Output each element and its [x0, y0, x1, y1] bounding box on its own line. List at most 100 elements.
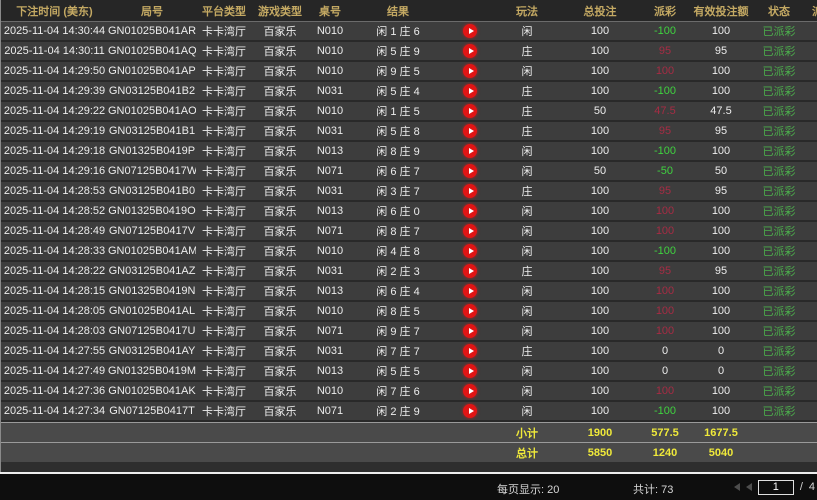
- cell-total-bet: 100: [558, 302, 642, 322]
- cell-play-type: 闲: [496, 322, 558, 342]
- cell-result: 闲 2 庄 3: [352, 262, 444, 282]
- cell-game-type: 百家乐: [252, 142, 308, 162]
- cell-payout: -100: [642, 82, 688, 102]
- cell-payout: 95: [642, 182, 688, 202]
- cell-payout-time: [804, 242, 817, 262]
- cell-platform: 卡卡湾厅: [196, 22, 252, 42]
- cell-platform: 卡卡湾厅: [196, 262, 252, 282]
- play-video-icon[interactable]: [463, 404, 477, 418]
- cell-platform: 卡卡湾厅: [196, 182, 252, 202]
- play-video-icon[interactable]: [463, 284, 477, 298]
- play-video-icon[interactable]: [463, 324, 477, 338]
- cell-bet-time: 2025-11-04 14:29:50: [1, 62, 108, 82]
- cell-game-type: 百家乐: [252, 122, 308, 142]
- cell-play-type: 闲: [496, 202, 558, 222]
- play-video-icon[interactable]: [463, 24, 477, 38]
- cell-payout: 95: [642, 42, 688, 62]
- play-video-icon[interactable]: [463, 144, 477, 158]
- play-triangle-icon: [469, 248, 474, 254]
- cell-table-no: N071: [308, 402, 352, 422]
- cell-valid-bet: 95: [688, 42, 754, 62]
- cell-platform: 卡卡湾厅: [196, 242, 252, 262]
- col-header-play-type: 玩法: [496, 0, 558, 22]
- col-header-payout-time: 派彩时间: [804, 0, 817, 22]
- cell-valid-bet: 100: [688, 22, 754, 42]
- cell-round-id: GN07125B0417V: [108, 222, 196, 242]
- cell-status: 已派彩: [754, 362, 804, 382]
- cell-video: [444, 402, 496, 422]
- page-input[interactable]: [758, 480, 794, 495]
- cell-table-no: N010: [308, 22, 352, 42]
- cell-status: 已派彩: [754, 102, 804, 122]
- col-header-result: 结果: [352, 0, 444, 22]
- play-video-icon[interactable]: [463, 104, 477, 118]
- table-row: 2025-11-04 14:29:16GN07125B0417W卡卡湾厅百家乐N…: [1, 162, 817, 182]
- cell-bet-time: 2025-11-04 14:29:39: [1, 82, 108, 102]
- cell-platform: 卡卡湾厅: [196, 322, 252, 342]
- cell-play-type: 闲: [496, 242, 558, 262]
- cell-valid-bet: 100: [688, 222, 754, 242]
- play-video-icon[interactable]: [463, 304, 477, 318]
- play-triangle-icon: [469, 48, 474, 54]
- cell-payout: 100: [642, 202, 688, 222]
- cell-game-type: 百家乐: [252, 242, 308, 262]
- cell-video: [444, 82, 496, 102]
- cell-video: [444, 242, 496, 262]
- cell-bet-time: 2025-11-04 14:29:19: [1, 122, 108, 142]
- cell-platform: 卡卡湾厅: [196, 382, 252, 402]
- col-header-round-id: 局号: [108, 0, 196, 22]
- cell-round-id: GN01325B0419P: [108, 142, 196, 162]
- cell-result: 闲 1 庄 5: [352, 102, 444, 122]
- cell-video: [444, 182, 496, 202]
- play-video-icon[interactable]: [463, 124, 477, 138]
- play-video-icon[interactable]: [463, 264, 477, 278]
- cell-total-bet: 100: [558, 242, 642, 262]
- cell-bet-time: 2025-11-04 14:28:52: [1, 202, 108, 222]
- cell-status: 已派彩: [754, 222, 804, 242]
- cell-round-id: GN01025B041AQ: [108, 42, 196, 62]
- cell-round-id: GN01325B0419O: [108, 202, 196, 222]
- cell-table-no: N013: [308, 142, 352, 162]
- cell-bet-time: 2025-11-04 14:27:36: [1, 382, 108, 402]
- play-video-icon[interactable]: [463, 164, 477, 178]
- cell-video: [444, 142, 496, 162]
- col-header-payout: 派彩: [642, 0, 688, 22]
- cell-valid-bet: 100: [688, 202, 754, 222]
- cell-result: 闲 5 庄 5: [352, 362, 444, 382]
- play-video-icon[interactable]: [463, 364, 477, 378]
- play-video-icon[interactable]: [463, 384, 477, 398]
- cell-play-type: 闲: [496, 382, 558, 402]
- cell-round-id: GN01025B041AM: [108, 242, 196, 262]
- cell-round-id: GN07125B0417W: [108, 162, 196, 182]
- total-count-label: 共计: 73: [633, 481, 673, 497]
- col-header-status: 状态: [754, 0, 804, 22]
- play-video-icon[interactable]: [463, 84, 477, 98]
- cell-platform: 卡卡湾厅: [196, 282, 252, 302]
- play-video-icon[interactable]: [463, 344, 477, 358]
- prev-page-icon[interactable]: [746, 483, 752, 491]
- cell-game-type: 百家乐: [252, 62, 308, 82]
- cell-round-id: GN03125B041AZ: [108, 262, 196, 282]
- play-triangle-icon: [469, 368, 474, 374]
- cell-platform: 卡卡湾厅: [196, 402, 252, 422]
- cell-video: [444, 262, 496, 282]
- cell-play-type: 庄: [496, 102, 558, 122]
- betting-records-table: 下注时间 (美东) 局号 平台类型 游戏类型 桌号 结果 玩法 总投注 派彩 有…: [1, 0, 817, 462]
- cell-result: 闲 7 庄 7: [352, 342, 444, 362]
- cell-total-bet: 100: [558, 262, 642, 282]
- table-row: 2025-11-04 14:30:11GN01025B041AQ卡卡湾厅百家乐N…: [1, 42, 817, 62]
- first-page-icon[interactable]: [734, 483, 740, 491]
- col-header-valid-bet: 有效投注额: [688, 0, 754, 22]
- play-video-icon[interactable]: [463, 224, 477, 238]
- play-video-icon[interactable]: [463, 44, 477, 58]
- cell-video: [444, 22, 496, 42]
- cell-play-type: 闲: [496, 162, 558, 182]
- cell-result: 闲 6 庄 0: [352, 202, 444, 222]
- play-video-icon[interactable]: [463, 184, 477, 198]
- play-video-icon[interactable]: [463, 204, 477, 218]
- cell-platform: 卡卡湾厅: [196, 82, 252, 102]
- play-video-icon[interactable]: [463, 244, 477, 258]
- play-video-icon[interactable]: [463, 64, 477, 78]
- cell-valid-bet: 100: [688, 382, 754, 402]
- cell-result: 闲 1 庄 6: [352, 22, 444, 42]
